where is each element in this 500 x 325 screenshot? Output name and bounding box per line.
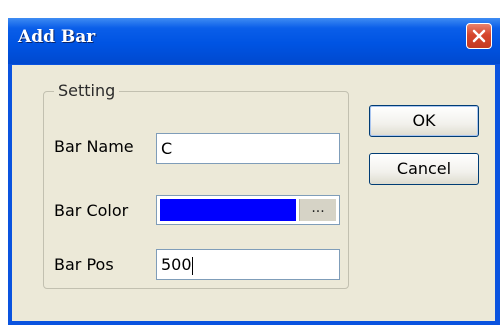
color-swatch [160,199,296,221]
bar-color-label: Bar Color [54,201,129,220]
dialog-title: Add Bar [18,27,96,47]
bar-name-label: Bar Name [54,137,134,156]
bar-name-value: C [161,139,173,158]
close-button[interactable] [466,23,492,49]
text-caret [191,256,193,275]
bar-color-picker[interactable]: ... [156,195,340,225]
dialog-body: Setting Bar Name C Bar Color ... Bar Pos… [12,65,495,321]
bar-pos-value: 500 [161,255,192,274]
title-bar[interactable]: Add Bar [8,18,500,64]
bar-pos-input[interactable]: 500 [156,249,340,280]
group-label: Setting [54,81,120,100]
bar-pos-label: Bar Pos [54,255,114,274]
close-icon [472,29,486,43]
ok-button[interactable]: OK [369,105,479,137]
color-browse-button[interactable]: ... [299,199,336,221]
cancel-button[interactable]: Cancel [369,153,479,185]
dialog-window: Add Bar Setting Bar Name C Bar Color ...… [8,18,500,325]
bar-name-input[interactable]: C [156,133,340,164]
